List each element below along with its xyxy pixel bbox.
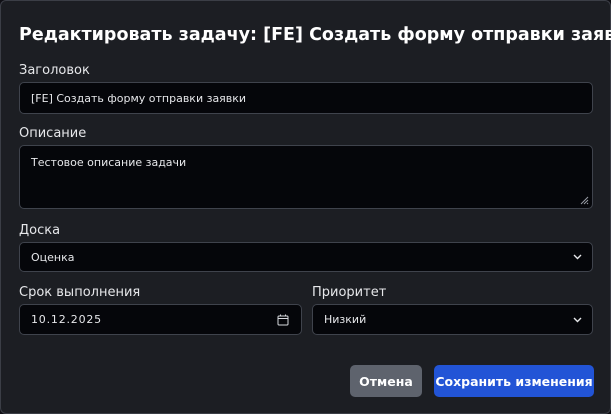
chevron-down-icon <box>573 317 582 322</box>
board-select-value: Оценка <box>31 250 75 264</box>
due-date-label: Срок выполнения <box>19 285 141 300</box>
due-date-input[interactable]: 10.12.2025 <box>19 304 302 335</box>
description-textarea[interactable]: Тестовое описание задачи <box>19 145 593 209</box>
title-input-value: [FE] Создать форму отправки заявки <box>31 91 247 105</box>
save-changes-button[interactable]: Сохранить изменения <box>434 365 594 397</box>
resize-grip-icon[interactable] <box>580 196 589 205</box>
title-input[interactable]: [FE] Создать форму отправки заявки <box>19 82 593 114</box>
edit-task-dialog: Редактировать задачу: [FE] Создать форму… <box>0 0 611 414</box>
title-label: Заголовок <box>19 63 90 78</box>
board-label: Доска <box>19 223 61 238</box>
calendar-icon[interactable] <box>277 314 289 326</box>
description-textarea-value: Тестовое описание задачи <box>31 156 187 169</box>
dialog-title: Редактировать задачу: [FE] Создать форму… <box>19 25 611 45</box>
chevron-down-icon <box>573 254 582 260</box>
description-label: Описание <box>19 126 87 141</box>
board-select[interactable]: Оценка <box>19 242 593 272</box>
priority-label: Приоритет <box>312 285 387 300</box>
priority-select-value: Низкий <box>324 313 367 326</box>
cancel-button[interactable]: Отмена <box>350 365 422 397</box>
due-date-value: 10.12.2025 <box>31 313 102 326</box>
priority-select[interactable]: Низкий <box>312 304 593 335</box>
